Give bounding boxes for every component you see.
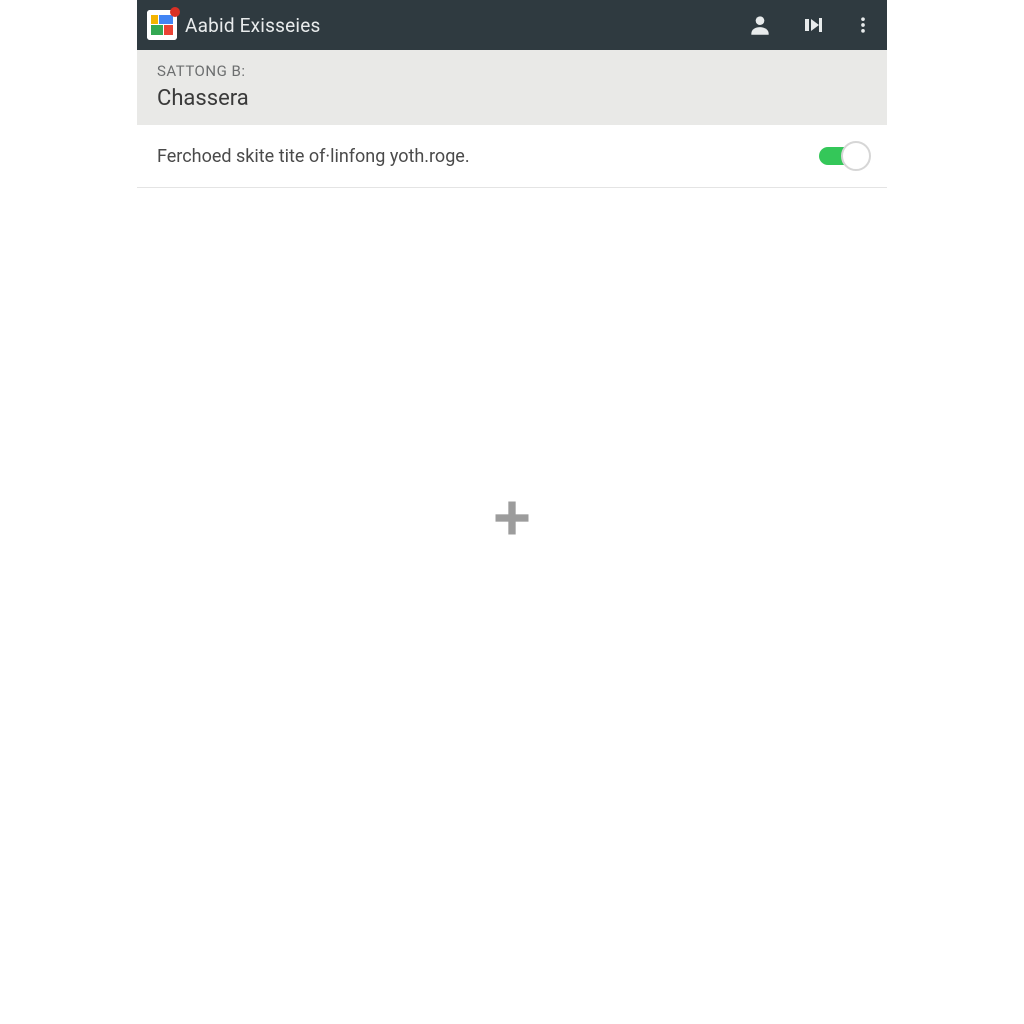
profile-icon[interactable] bbox=[747, 12, 773, 38]
section-header: SATTONG B: Chassera bbox=[137, 50, 887, 125]
section-title: Chassera bbox=[157, 86, 867, 111]
cast-icon[interactable] bbox=[801, 13, 825, 37]
toggle-thumb bbox=[841, 141, 871, 171]
app-frame: Aabid Exisseies bbox=[137, 0, 887, 188]
empty-area bbox=[137, 200, 887, 840]
section-label: SATTONG B: bbox=[157, 62, 867, 80]
setting-toggle[interactable] bbox=[819, 141, 869, 171]
overflow-menu-icon[interactable] bbox=[853, 13, 873, 37]
app-title: Aabid Exisseies bbox=[185, 14, 747, 37]
app-icon[interactable] bbox=[147, 10, 177, 40]
setting-row[interactable]: Ferchoed skite tite of·linfong yoth.roge… bbox=[137, 125, 887, 188]
add-icon[interactable] bbox=[490, 496, 534, 544]
setting-description: Ferchoed skite tite of·linfong yoth.roge… bbox=[157, 146, 819, 167]
notification-badge-icon bbox=[170, 7, 180, 17]
action-bar: Aabid Exisseies bbox=[137, 0, 887, 50]
action-bar-icons bbox=[747, 12, 873, 38]
